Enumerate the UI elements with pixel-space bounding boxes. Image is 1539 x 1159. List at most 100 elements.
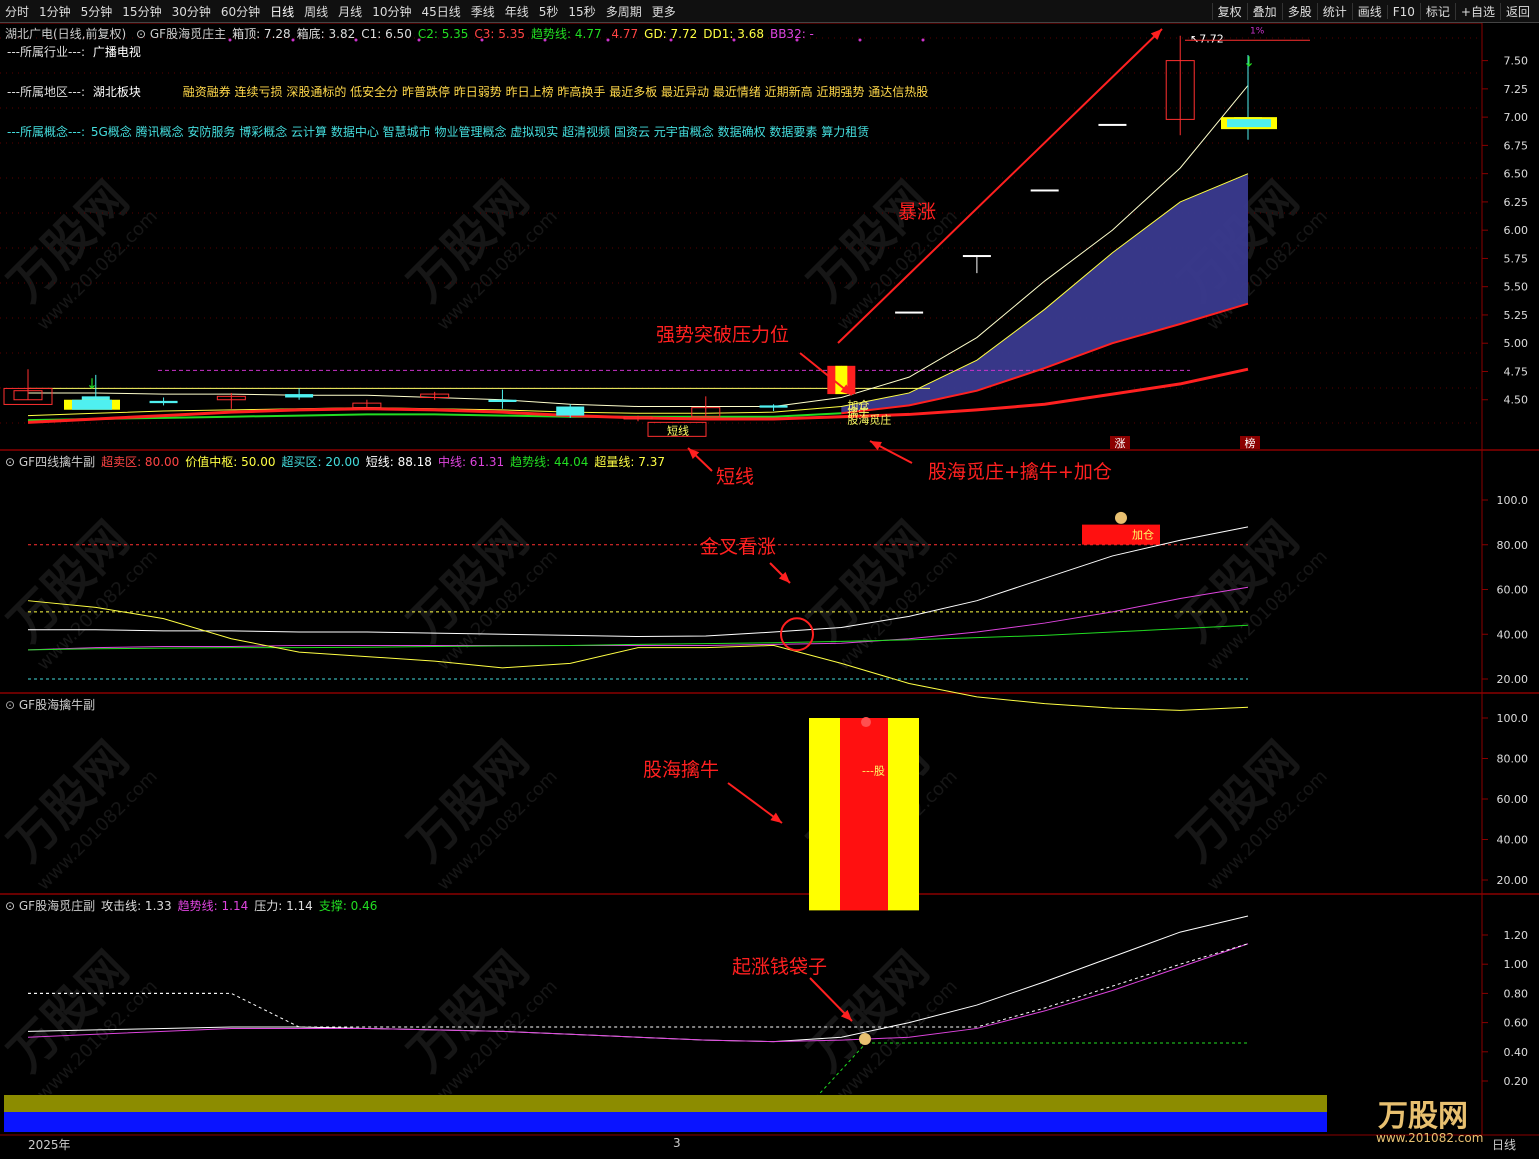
top-dot-10: [858, 38, 862, 42]
ann-golden-cross: 金叉看涨: [700, 536, 776, 558]
chart-stage: 万股网 www.201082.com 万股网 www.201082.com 万股网 www…: [0, 22, 1539, 1159]
p3-label-2: 60.00: [1497, 793, 1529, 806]
top-dot-11: [921, 38, 925, 42]
p2-label-1: 80.00: [1497, 539, 1529, 552]
toolbar-button-0[interactable]: 复权: [1211, 3, 1247, 20]
ann-money-bag: 起涨钱袋子: [732, 956, 827, 978]
watermark-2: 万股网www.201082.com: [798, 171, 962, 335]
watermark-5: 万股网www.201082.com: [398, 511, 562, 675]
top-dot-5: [543, 38, 547, 42]
y-axes: 7.50 7.25 7.00 6.75 6.50 6.25 6.00 5.75 5.50 5.25…: [1482, 55, 1528, 1088]
p3-bar-label: ---股: [862, 765, 885, 778]
main-label-4: 6.50: [1504, 168, 1529, 181]
tab-14[interactable]: 15秒: [563, 3, 600, 20]
candle-body-11: [759, 405, 788, 408]
label-peak: ↖7.72: [1190, 33, 1224, 46]
toolbar-button-4[interactable]: 画线: [1351, 3, 1387, 20]
main-label-1: 7.25: [1504, 83, 1529, 96]
tab-4[interactable]: 30分钟: [167, 3, 216, 20]
find-dealer-panel: [4, 915, 1327, 1132]
catch-bull-panel: ---股: [809, 717, 919, 911]
tab-1[interactable]: 1分钟: [34, 3, 76, 20]
p4-band-blue: [4, 1112, 1327, 1132]
p2-label-4: 20.00: [1497, 673, 1529, 686]
p4-label-4: 0.40: [1504, 1046, 1529, 1059]
p4-attack: [27, 915, 1249, 1043]
ann-short: 短线: [716, 466, 754, 488]
label-tiny: 1%: [1250, 27, 1265, 37]
p3-label-3: 40.00: [1497, 834, 1529, 847]
p3-label-1: 80.00: [1497, 753, 1529, 766]
tab-6[interactable]: 日线: [265, 3, 299, 20]
p4-label-1: 1.00: [1504, 958, 1529, 971]
buy-arrow-1: ↓: [86, 376, 98, 392]
p2-series-1: [27, 586, 1249, 651]
tab-9[interactable]: 10分钟: [367, 3, 416, 20]
main-label-8: 5.50: [1504, 281, 1529, 294]
watermark-1: 万股网www.201082.com: [398, 171, 562, 335]
main-label-2: 7.00: [1504, 111, 1529, 124]
toolbar-button-3[interactable]: 统计: [1316, 3, 1352, 20]
watermark-0: 万股网www.201082.com: [0, 171, 162, 335]
main-label-7: 5.75: [1504, 252, 1529, 265]
tab-8[interactable]: 月线: [333, 3, 367, 20]
candle-body-7: [488, 399, 517, 402]
ann-breakout: 强势突破压力位: [656, 324, 789, 346]
watermark-6: 万股网www.201082.com: [798, 511, 962, 675]
tab-2[interactable]: 5分钟: [76, 3, 118, 20]
four-line-panel: 加仓: [27, 511, 1249, 711]
p4-label-3: 0.60: [1504, 1017, 1529, 1030]
p2-label-3: 40.00: [1497, 628, 1529, 641]
candle-body-16: [1098, 123, 1127, 126]
tab-3[interactable]: 15分钟: [117, 3, 166, 20]
p4-label-2: 0.80: [1504, 987, 1529, 1000]
candle-body-15: [1030, 189, 1059, 192]
top-dot-8: [732, 38, 736, 42]
toolbar-button-7[interactable]: +自选: [1454, 3, 1500, 20]
tab-15[interactable]: 多周期: [601, 3, 647, 20]
toolbar-actions: 复权 叠加 多股 统计 画线 F10 标记 +自选 返回: [1211, 0, 1535, 23]
golden-cross-circle: [780, 617, 814, 652]
tab-7[interactable]: 周线: [299, 3, 333, 20]
p3-label-0: 100.0: [1497, 712, 1529, 725]
watermark-9: 万股网www.201082.com: [398, 731, 562, 895]
ann-catch-bull: 股海擒牛: [643, 759, 719, 781]
label-bang: 榜: [1245, 436, 1256, 450]
top-dot-9: [795, 38, 799, 42]
main-label-10: 5.00: [1504, 337, 1529, 350]
watermark-7: 万股网www.201082.com: [1168, 511, 1332, 675]
toolbar-button-1[interactable]: 叠加: [1246, 3, 1282, 20]
main-label-11: 4.75: [1504, 365, 1529, 378]
label-zhang: 涨: [1115, 437, 1126, 450]
ann-combo: 股海觅庄+擒牛+加仓: [928, 461, 1112, 483]
main-label-12: 4.50: [1504, 394, 1529, 407]
toolbar-button-5[interactable]: F10: [1386, 4, 1420, 19]
chart-canvas[interactable]: 万股网www.201082.com 万股网www.201082.com 万股网www…: [0, 22, 1539, 1155]
main-label-0: 7.50: [1504, 55, 1529, 68]
toolbar-button-6[interactable]: 标记: [1419, 3, 1455, 20]
money-bag-icon: [1115, 511, 1127, 524]
candle-body-4: [285, 394, 314, 398]
tab-10[interactable]: 45日线: [416, 3, 465, 20]
top-dot-7: [669, 38, 673, 42]
candle-body-8: [556, 406, 585, 416]
tab-11[interactable]: 季线: [466, 3, 500, 20]
toolbar-button-8[interactable]: 返回: [1499, 3, 1535, 20]
tab-5[interactable]: 60分钟: [216, 3, 265, 20]
candle-body-2: [149, 400, 178, 404]
tab-13[interactable]: 5秒: [534, 3, 564, 20]
main-label-9: 5.25: [1504, 309, 1529, 322]
tab-16[interactable]: 更多: [647, 3, 681, 20]
main-label-6: 6.00: [1504, 224, 1529, 237]
top-dot-4: [480, 38, 484, 42]
watermark-11: 万股网www.201082.com: [1168, 731, 1332, 895]
tab-12[interactable]: 年线: [500, 3, 534, 20]
tab-0[interactable]: 分时: [0, 3, 34, 20]
p2-series-3: [27, 600, 1249, 711]
toolbar: 分时 1分钟 5分钟 15分钟 30分钟 60分钟 日线 周线 月线 10分钟 45日线 季线 年线 5秒…: [0, 0, 1539, 23]
watermark-8: 万股网www.201082.com: [0, 731, 162, 895]
watermark-12: 万股网www.201082.com: [0, 941, 162, 1105]
toolbar-button-2[interactable]: 多股: [1281, 3, 1317, 20]
p4-band-olive: [4, 1095, 1327, 1112]
p3-bar-red: [840, 718, 888, 911]
